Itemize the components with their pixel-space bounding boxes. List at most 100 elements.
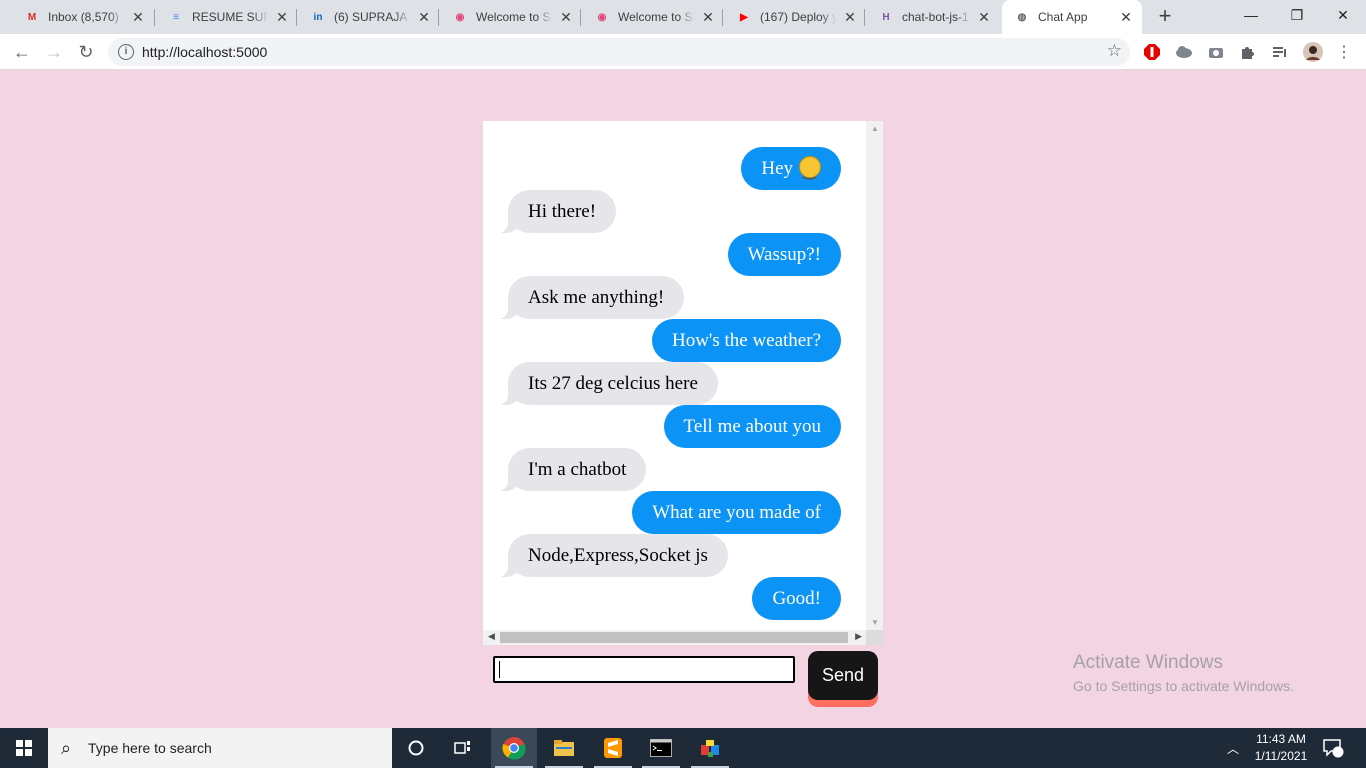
scrollbar-corner	[866, 630, 883, 645]
horizontal-scrollbar[interactable]: ◀ ▶	[483, 630, 866, 645]
browser-tab[interactable]: ◉ Welcome to Su ✕	[582, 0, 724, 34]
browser-toolbar: ← → ↻ i http://localhost:5000 ☆ ⋮	[0, 34, 1366, 70]
cortana-button[interactable]	[393, 728, 439, 768]
browser-tab-strip: M Inbox (8,570) - ✕ ≡ RESUME SUPRAJA ✕ in (6) …	[0, 0, 1366, 34]
watermark-subtitle: Go to Settings to activate Windows.	[1073, 678, 1294, 694]
close-tab-icon[interactable]: ✕	[130, 9, 146, 26]
notification-count: 2	[1341, 740, 1347, 751]
puzzle-extensions-icon[interactable]	[1238, 42, 1258, 62]
tab-separator	[580, 9, 581, 26]
taskbar-terminal[interactable]	[638, 728, 684, 768]
chat-messages-panel[interactable]: Hey Hi there! Wassup?! Ask me anything! How'…	[483, 121, 883, 645]
site-info-icon[interactable]: i	[118, 44, 134, 60]
bookmark-star-icon[interactable]: ☆	[1107, 41, 1122, 61]
text-cursor	[499, 661, 500, 678]
forward-button[interactable]: →	[40, 38, 68, 66]
tab-separator	[722, 9, 723, 26]
browser-tab[interactable]: ▶ (167) Deploy y ✕	[724, 0, 866, 34]
terminal-icon	[650, 739, 672, 757]
camera-extension-icon[interactable]	[1206, 42, 1226, 62]
scroll-right-icon[interactable]: ▶	[855, 631, 862, 642]
browser-tab[interactable]: in (6) SUPRAJA A ✕	[298, 0, 440, 34]
minimize-button[interactable]: —	[1228, 0, 1274, 30]
close-tab-icon[interactable]: ✕	[416, 9, 432, 26]
search-icon: ⌕	[61, 738, 72, 758]
clock-date: 1/11/2021	[1254, 749, 1308, 763]
close-tab-icon[interactable]: ✕	[274, 9, 290, 26]
watermark-title: Activate Windows	[1073, 652, 1223, 673]
windows-logo-icon	[16, 740, 32, 756]
user-message-bubble: What are you made of	[632, 491, 841, 534]
taskbar-file-explorer[interactable]	[541, 728, 587, 768]
send-button-label: Send	[808, 651, 878, 700]
taskbar-search-placeholder: Type here to search	[88, 740, 212, 756]
clock-time: 11:43 AM	[1256, 732, 1306, 746]
browser-tab[interactable]: ◉ Welcome to Su ✕	[440, 0, 582, 34]
tab-title: Welcome to Su	[618, 10, 694, 24]
sublime-text-icon	[604, 738, 622, 758]
close-tab-icon[interactable]: ✕	[1118, 9, 1134, 26]
scroll-up-icon[interactable]: ▲	[871, 124, 879, 133]
tab-title: chat-bot-js-1 -	[902, 10, 970, 24]
adblock-extension-icon[interactable]	[1142, 42, 1162, 62]
profile-avatar[interactable]	[1303, 42, 1323, 62]
start-button[interactable]	[0, 728, 48, 768]
send-button[interactable]: Send	[808, 651, 878, 707]
tab-separator	[864, 9, 865, 26]
close-window-button[interactable]: ✕	[1320, 0, 1366, 30]
browser-tab[interactable]: ◍ Chat App ✕	[1002, 0, 1142, 34]
tab-title: Welcome to Su	[476, 10, 552, 24]
chrome-icon	[502, 737, 526, 760]
tab-title: (6) SUPRAJA A	[334, 10, 410, 24]
close-tab-icon[interactable]: ✕	[976, 9, 992, 26]
taskbar-clock[interactable]: 11:43 AM 1/11/2021	[1246, 731, 1316, 765]
browser-tab[interactable]: Hchat-bot-js-1 - ✕	[866, 0, 1000, 34]
back-button[interactable]: ←	[8, 38, 36, 66]
user-message-bubble: Tell me about you	[663, 405, 841, 448]
action-center-button[interactable]: 2	[1322, 728, 1347, 768]
close-tab-icon[interactable]: ✕	[700, 9, 716, 26]
chevron-up-icon: ︿	[1227, 741, 1240, 756]
browser-tab[interactable]: ≡ RESUME SUPRAJA ✕	[156, 0, 298, 34]
bot-message-bubble: Hi there!	[497, 190, 617, 233]
globe-icon: ◍	[1017, 11, 1027, 23]
taskbar-app[interactable]	[687, 728, 733, 768]
colorful-app-icon	[701, 740, 719, 757]
heroku-icon: H	[882, 11, 890, 23]
close-tab-icon[interactable]: ✕	[842, 9, 858, 26]
user-message-bubble: Good!	[752, 577, 841, 620]
reload-icon: ↻	[78, 41, 94, 62]
taskbar-chrome[interactable]	[491, 728, 537, 768]
maximize-button[interactable]: ❐	[1274, 0, 1320, 30]
back-arrow-icon: ←	[13, 41, 31, 62]
scroll-left-icon[interactable]: ◀	[488, 631, 495, 642]
new-tab-button[interactable]: +	[1153, 5, 1177, 29]
message-text: How's the weather?	[671, 330, 821, 351]
tab-separator	[438, 9, 439, 26]
taskbar-search[interactable]: ⌕ Type here to search	[48, 728, 392, 768]
media-queue-icon[interactable]	[1270, 42, 1290, 62]
vertical-scrollbar[interactable]: ▲ ▼	[866, 121, 883, 630]
message-text: Node,Express,Socket js	[528, 545, 708, 566]
task-view-button[interactable]	[440, 728, 486, 768]
browser-tab[interactable]: M Inbox (8,570) - ✕	[12, 0, 154, 34]
message-text: Ask me anything!	[528, 287, 665, 308]
windows-taskbar: ⌕ Type here to search ︿ 11:43 AM 1/11/20…	[0, 728, 1366, 768]
close-tab-icon[interactable]: ✕	[558, 9, 574, 26]
menu-kebab-icon[interactable]: ⋮	[1334, 42, 1354, 62]
message-text: Tell me about you	[683, 416, 821, 437]
taskbar-sublime-text[interactable]	[590, 728, 636, 768]
smiling-face-emoji-icon	[799, 150, 821, 193]
scroll-down-icon[interactable]: ▼	[871, 618, 879, 627]
bot-message-bubble: Ask me anything!	[497, 276, 685, 319]
message-text: Hey	[761, 158, 793, 179]
user-message-bubble: How's the weather?	[651, 319, 841, 362]
cloud-extension-icon[interactable]	[1174, 42, 1194, 62]
youtube-icon: ▶	[740, 11, 748, 23]
show-hidden-icons-button[interactable]: ︿	[1227, 728, 1239, 768]
message-text: What are you made of	[652, 502, 821, 523]
message-input[interactable]	[493, 656, 795, 683]
horizontal-scroll-thumb[interactable]	[500, 632, 848, 643]
address-bar[interactable]: i http://localhost:5000 ☆	[108, 38, 1130, 66]
reload-button[interactable]: ↻	[72, 38, 100, 66]
